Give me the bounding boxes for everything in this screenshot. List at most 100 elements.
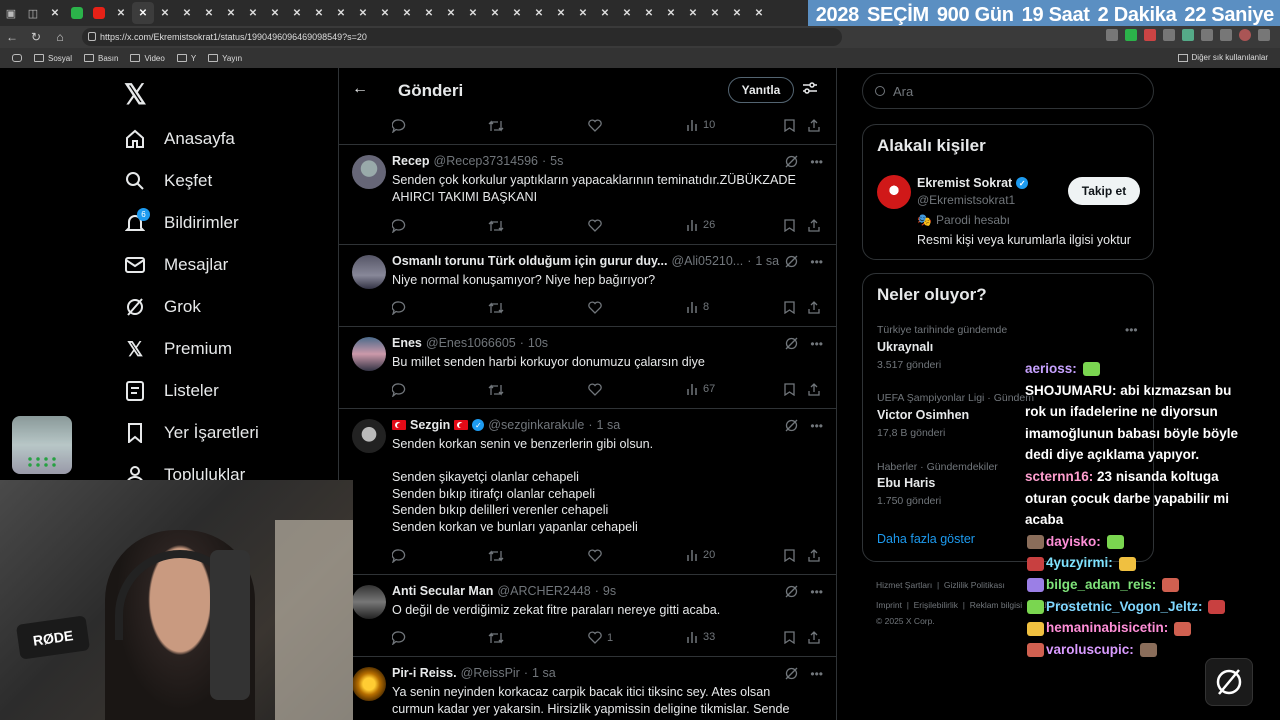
avatar[interactable]	[352, 337, 386, 371]
other-bookmarks[interactable]: Diğer sık kullanılanlar	[1177, 53, 1268, 62]
grok-icon[interactable]	[785, 585, 798, 601]
browser-tab[interactable]: ✕	[198, 2, 220, 24]
tweet[interactable]: Enes @Enes1066605 · 10s ••• Bu millet senden …	[339, 326, 836, 408]
like-icon[interactable]	[588, 301, 602, 314]
bookmark-folder[interactable]: Y	[176, 54, 196, 63]
browser-tab[interactable]: ✕	[638, 2, 660, 24]
bookmark-icon[interactable]	[784, 631, 795, 644]
views-stat[interactable]: 33	[686, 631, 715, 643]
settings-sliders-icon[interactable]	[802, 80, 818, 101]
bookmark-folder[interactable]: Video	[130, 54, 165, 63]
retweet-icon[interactable]	[488, 219, 504, 233]
grok-icon[interactable]	[785, 155, 798, 171]
grok-icon[interactable]	[785, 667, 798, 683]
author-handle[interactable]: @Enes1066605	[426, 336, 516, 350]
browser-tab[interactable]: ✕	[396, 2, 418, 24]
author-name[interactable]: Sezgin	[410, 418, 450, 432]
extension-icon[interactable]	[1106, 29, 1118, 41]
more-dots-icon[interactable]: •••	[810, 155, 823, 171]
share-icon[interactable]	[808, 631, 820, 644]
search-input[interactable]: Ara	[862, 73, 1154, 109]
reply-icon[interactable]	[392, 119, 406, 133]
author-name[interactable]: Recep	[392, 154, 430, 168]
more-dots-icon[interactable]: •••	[810, 419, 823, 435]
bookmark-icon[interactable]	[784, 301, 795, 314]
avatar[interactable]	[352, 585, 386, 619]
author-name[interactable]: Enes	[392, 336, 422, 350]
browser-tab[interactable]: ✕	[594, 2, 616, 24]
retweet-icon[interactable]	[488, 631, 504, 645]
avatar[interactable]	[352, 419, 386, 453]
views-stat[interactable]: 67	[686, 383, 715, 395]
bookmark-folder[interactable]: Sosyal	[34, 54, 72, 63]
views-stat[interactable]: 8	[686, 301, 709, 313]
like-icon[interactable]	[588, 383, 602, 396]
browser-tab[interactable]: ✕	[528, 2, 550, 24]
like-icon[interactable]	[588, 119, 602, 132]
tweet-time[interactable]: 1 sa	[532, 666, 556, 680]
url-field[interactable]: https://x.com/Ekremistsokrat1/status/199…	[82, 28, 842, 46]
author-handle[interactable]: @Ali05210...	[671, 254, 743, 268]
grok-icon[interactable]	[785, 419, 798, 435]
browser-tab[interactable]: ✕	[110, 2, 132, 24]
more-dots-icon[interactable]: •••	[810, 337, 823, 353]
nav-premium[interactable]: 𝕏 Premium	[124, 338, 232, 361]
tweet-time[interactable]: 1 sa	[597, 418, 621, 432]
retweet-icon[interactable]	[488, 301, 504, 315]
nav-lists[interactable]: Listeler	[124, 380, 219, 402]
reply-icon[interactable]	[392, 631, 406, 645]
nav-home[interactable]: Anasayfa	[124, 128, 235, 150]
tab-actions-icon[interactable]: ◫	[22, 2, 44, 24]
browser-tab[interactable]: ✕	[682, 2, 704, 24]
author-handle[interactable]: @sezginkarakule	[488, 418, 584, 432]
tweet-time[interactable]: 10s	[528, 336, 548, 350]
more-dots-icon[interactable]: •••	[1125, 323, 1138, 337]
extension-icon[interactable]	[1144, 29, 1156, 41]
avatar[interactable]	[352, 667, 386, 701]
nav-explore[interactable]: Keşfet	[124, 170, 212, 192]
views-stat[interactable]: 26	[686, 219, 715, 231]
browser-tab[interactable]: ✕	[748, 2, 770, 24]
footer-link[interactable]: Reklam bilgisi	[970, 600, 1022, 610]
browser-tab[interactable]: ✕	[484, 2, 506, 24]
browser-tab[interactable]: ✕	[616, 2, 638, 24]
reply-icon[interactable]	[392, 219, 406, 233]
browser-tab[interactable]	[66, 2, 88, 24]
footer-link[interactable]: Imprint	[876, 600, 902, 610]
browser-tab[interactable]: ✕	[660, 2, 682, 24]
author-handle[interactable]: @Recep37314596	[434, 154, 538, 168]
tweet[interactable]: Sezgin ✓ @sezginkarakule · 1 sa ••• Senden kor…	[339, 408, 836, 574]
extension-icon[interactable]	[1125, 29, 1137, 41]
grok-icon[interactable]	[785, 255, 798, 271]
author-handle[interactable]: @ARCHER2448	[497, 584, 590, 598]
extension-icon[interactable]	[1201, 29, 1213, 41]
related-name[interactable]: Ekremist Sokrat ✓	[917, 176, 1029, 190]
browser-tab[interactable]: ✕	[572, 2, 594, 24]
footer-link[interactable]: Hizmet Şartları	[876, 580, 932, 590]
browser-tab[interactable]: ✕	[440, 2, 462, 24]
browser-tab[interactable]: ✕	[704, 2, 726, 24]
avatar[interactable]	[877, 175, 911, 209]
nav-messages[interactable]: Mesajlar	[124, 254, 228, 276]
browser-tab[interactable]: ✕	[220, 2, 242, 24]
browser-tab[interactable]: ✕	[352, 2, 374, 24]
more-dots-icon[interactable]: •••	[810, 585, 823, 601]
bookmark-folder[interactable]: Yayın	[208, 54, 242, 63]
tweet[interactable]: Anti Secular Man @ARCHER2448 · 9s ••• O değil…	[339, 574, 836, 656]
tweet[interactable]: Recep @Recep37314596 · 5s ••• Senden çok kork…	[339, 144, 836, 244]
bookmark-icon[interactable]	[784, 549, 795, 562]
like-icon[interactable]	[588, 219, 602, 232]
extension-icon[interactable]	[1163, 29, 1175, 41]
grok-icon[interactable]	[785, 337, 798, 353]
browser-tab[interactable]: ✕	[176, 2, 198, 24]
follow-button[interactable]: Takip et	[1068, 177, 1140, 205]
tweet[interactable]: Osmanlı torunu Türk olduğum için gurur d…	[339, 244, 836, 326]
footer-link[interactable]: Erişilebilirlik	[914, 600, 958, 610]
extension-icon[interactable]	[1182, 29, 1194, 41]
show-more-link[interactable]: Daha fazla göster	[877, 532, 975, 546]
extension-icon[interactable]	[1220, 29, 1232, 41]
browser-tab[interactable]: ✕	[374, 2, 396, 24]
more-dots-icon[interactable]: •••	[810, 667, 823, 683]
author-name[interactable]: Anti Secular Man	[392, 584, 493, 598]
share-icon[interactable]	[808, 301, 820, 314]
